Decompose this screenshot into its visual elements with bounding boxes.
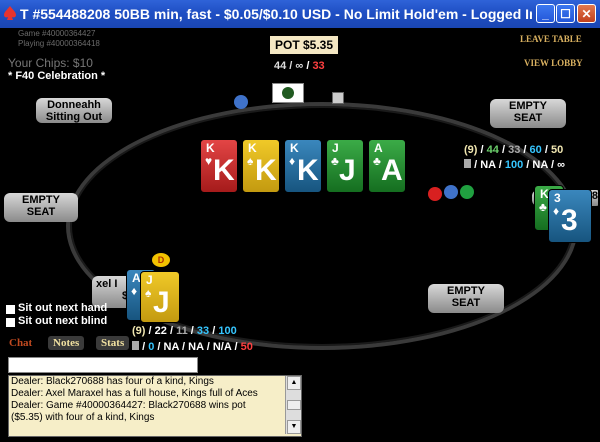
card-rank: K [248,141,257,155]
chip-icon [234,95,248,109]
chip-icon [460,185,474,199]
seat-empty-left[interactable]: EMPTY SEAT [4,193,78,222]
board-card: J ♣ J [326,139,364,193]
poker-table: Game #40000364427 Playing #40000364418 Y… [4,28,598,440]
leave-table-link[interactable]: LEAVE TABLE [520,34,582,44]
chip-icon [428,187,442,201]
card-rank: K [290,141,299,155]
club-icon: ♣ [539,200,547,214]
villain-card: 3 ♦ 3 [548,189,592,243]
title-bar: T #554488208 50BB min, fast - $0.05/$0.1… [0,0,600,28]
player-name: Donneahh [47,99,101,111]
close-button[interactable]: ✕ [577,4,596,23]
chat-scrollbar[interactable]: ▲ ▼ [285,376,301,434]
scroll-down-icon[interactable]: ▼ [287,420,301,434]
chat-line: Dealer: Black270688 has four of a kind, … [11,376,214,387]
scroll-thumb[interactable] [287,400,301,410]
your-chips: Your Chips: $10 [8,56,93,70]
heart-icon: ♥ [205,154,213,168]
hero-stats-line2: / 0 / NA / NA / N/A / 50 [132,341,253,353]
scroll-up-icon[interactable]: ▲ [287,376,301,390]
dealer-button: D [152,253,170,267]
card-rank-large: K [213,154,235,187]
seat-label: EMPTY SEAT [22,194,60,218]
chat-line: Dealer: Game #40000364427: Black270688 w… [11,400,246,411]
hero-card: J ♠ J [140,271,180,323]
tab-notes[interactable]: Notes [48,336,85,350]
club-icon: ♣ [331,154,339,168]
seat-empty-bottom-right[interactable]: EMPTY SEAT [428,284,504,313]
card-rank: J [146,273,153,287]
game-number: Game #40000364427 [18,29,96,38]
player-status: Sitting Out [45,111,103,123]
villain-stats-line1: (9) / 44 / 33 / 60 / 50 [464,144,564,156]
card-rank-large: J [339,154,356,187]
seat-label: EMPTY SEAT [447,285,485,309]
pot-counter: 44 / ∞ / 33 [274,60,325,72]
dealer-label: D [157,255,165,265]
sit-out-hand-checkbox[interactable] [6,305,15,314]
sit-out-hand-label: Sit out next hand [18,302,108,314]
chip-icon [444,185,458,199]
card-rank-large: K [297,154,319,187]
villain-stats-line2: / NA / 100 / NA / ∞ [464,159,565,171]
dealer-icon-small [332,92,344,104]
seat-donneahh[interactable]: Donneahh Sitting Out [36,98,112,123]
chat-input[interactable] [8,357,198,373]
diamond-icon: ♦ [553,204,560,218]
app-spade-icon [4,6,16,20]
stats-icon [132,341,139,350]
seat-empty-top-right[interactable]: EMPTY SEAT [490,99,566,128]
maximize-button[interactable]: ☐ [556,4,575,23]
club-icon: ♣ [373,154,381,168]
card-rank-large: J [153,286,170,319]
view-lobby-link[interactable]: VIEW LOBBY [524,58,583,68]
chat-line: Dealer: Axel Maraxel has a full house, K… [11,388,258,399]
card-rank: A [374,141,383,155]
seat-label: EMPTY SEAT [509,100,547,124]
card-rank-large: K [255,154,277,187]
playing-number: Playing #40000364418 [18,39,100,48]
card-rank: K [206,141,215,155]
player-name: 8 [591,190,598,202]
diamond-icon: ♦ [289,154,296,168]
spade-icon: ♠ [145,286,152,300]
card-rank: J [332,141,339,155]
board-card: K ♦ K [284,139,322,193]
card-rank: 3 [554,191,561,205]
hero-stats-line1: (9) / 22 / 11 / 33 / 100 [132,325,237,337]
board-card: A ♣ A [368,139,406,193]
board-card: K ♠ K [242,139,280,193]
stats-icon [464,159,471,168]
celebration-label: * F40 Celebration * [8,70,106,82]
window-title: T #554488208 50BB min, fast - $0.05/$0.1… [20,6,532,22]
sit-out-blind-checkbox[interactable] [6,318,15,327]
tab-chat[interactable]: Chat [9,337,32,349]
chat-line: ($5.35) with four of a kind, Kings [11,412,155,423]
card-rank-large: 3 [561,204,578,237]
board-card: K ♥ K [200,139,238,193]
sit-out-blind-label: Sit out next blind [18,315,108,327]
table-logo [272,83,304,103]
card-rank-large: A [381,154,403,187]
spade-icon: ♠ [247,154,254,168]
pot-label: POT $5.35 [270,36,339,54]
diamond-icon: ♦ [131,284,138,298]
tab-stats[interactable]: Stats [96,336,130,350]
minimize-button[interactable]: _ [536,4,555,23]
chat-log[interactable]: Dealer: Black270688 has four of a kind, … [8,375,302,437]
